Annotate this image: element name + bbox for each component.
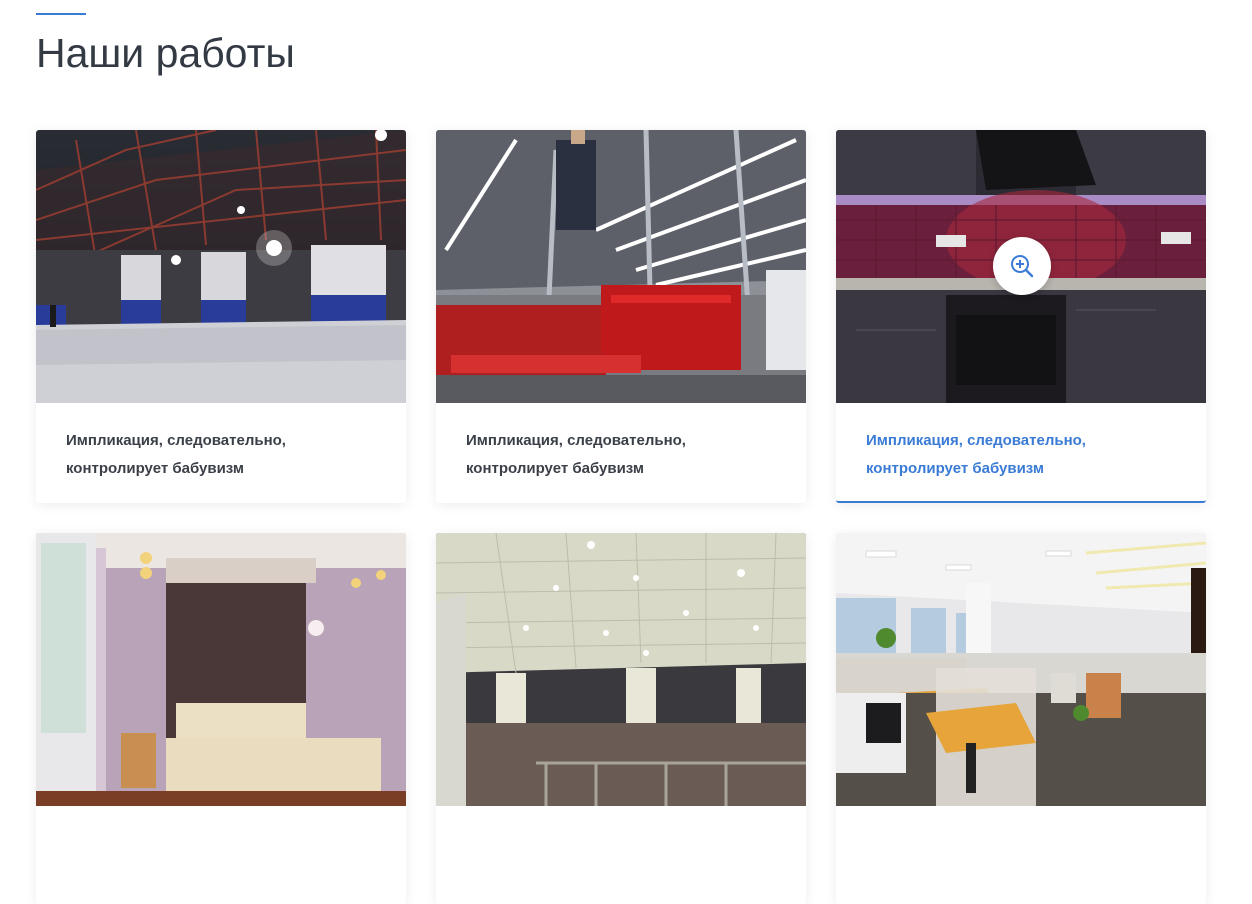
section-title: Наши работы bbox=[36, 30, 295, 76]
gallery-card[interactable] bbox=[36, 533, 406, 904]
gallery-card[interactable] bbox=[436, 533, 806, 904]
gallery-caption[interactable]: Импликация, следовательно, контролирует … bbox=[836, 403, 1206, 501]
title-accent-line bbox=[36, 13, 86, 15]
zoom-in-icon bbox=[1011, 255, 1034, 278]
gallery-card-active[interactable]: Импликация, следовательно, контролирует … bbox=[836, 130, 1206, 503]
gallery-caption[interactable] bbox=[36, 806, 406, 904]
gallery-caption[interactable] bbox=[836, 806, 1206, 904]
gallery-image-bedroom[interactable] bbox=[36, 533, 406, 806]
gallery-card[interactable] bbox=[836, 533, 1206, 904]
gallery-caption[interactable]: Импликация, следовательно, контролирует … bbox=[36, 403, 406, 501]
gallery-image-warehouse[interactable] bbox=[36, 130, 406, 403]
works-gallery: Импликация, следовательно, контролирует … bbox=[36, 130, 1206, 904]
gallery-card[interactable]: Импликация, следовательно, контролирует … bbox=[436, 130, 806, 503]
gallery-image-hall[interactable] bbox=[436, 533, 806, 806]
gallery-card[interactable]: Импликация, следовательно, контролирует … bbox=[36, 130, 406, 503]
gallery-image-office[interactable] bbox=[836, 533, 1206, 806]
gallery-caption[interactable] bbox=[436, 806, 806, 904]
gallery-image-kitchen[interactable] bbox=[836, 130, 1206, 403]
gallery-image-industrial[interactable] bbox=[436, 130, 806, 403]
gallery-caption[interactable]: Импликация, следовательно, контролирует … bbox=[436, 403, 806, 501]
zoom-in-button[interactable] bbox=[993, 237, 1051, 295]
